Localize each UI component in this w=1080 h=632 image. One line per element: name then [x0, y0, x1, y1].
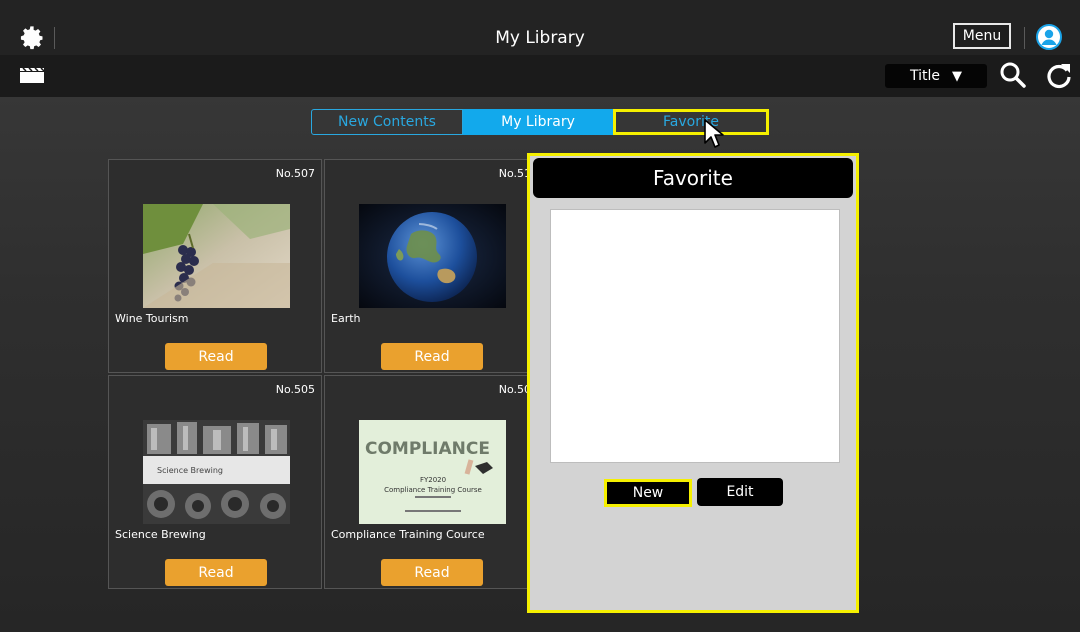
- page-title: My Library: [495, 28, 585, 48]
- tab-my-library[interactable]: My Library: [463, 109, 613, 135]
- card-number: No.505: [275, 383, 315, 396]
- menu-button[interactable]: Menu: [953, 23, 1011, 49]
- thumb-line1: FY2020: [420, 476, 446, 484]
- header-divider: [1024, 27, 1025, 49]
- refresh-icon[interactable]: [1045, 61, 1073, 89]
- edit-favorite-button[interactable]: Edit: [697, 478, 783, 506]
- card-thumbnail[interactable]: [143, 204, 290, 308]
- user-avatar-icon[interactable]: [1036, 24, 1062, 50]
- read-button[interactable]: Read: [381, 343, 483, 370]
- search-icon[interactable]: [999, 61, 1027, 89]
- sort-label: Title: [909, 68, 940, 84]
- card-thumbnail[interactable]: COMPLIANCE FY2020 Compliance Training Co…: [359, 420, 506, 524]
- read-button[interactable]: Read: [165, 559, 267, 586]
- card-thumbnail[interactable]: Science Brewing: [143, 420, 290, 524]
- triangle-down-icon: ▼: [952, 68, 962, 84]
- thumb-caption: Science Brewing: [157, 466, 223, 475]
- card-title: Wine Tourism: [115, 312, 189, 325]
- card-thumbnail[interactable]: [359, 204, 506, 308]
- favorite-list[interactable]: [550, 209, 840, 463]
- sort-dropdown[interactable]: Title ▼: [885, 64, 987, 88]
- library-card: No.50 COMPLIANCE FY2020 Compliance Train…: [324, 375, 538, 589]
- clapperboard-icon[interactable]: [20, 68, 44, 83]
- thumb-title: COMPLIANCE: [365, 439, 490, 459]
- card-title: Compliance Training Cource: [331, 528, 485, 541]
- favorite-panel: Favorite New Edit: [527, 153, 859, 613]
- content-tabs: New Contents My Library Favorite: [311, 109, 769, 135]
- thumb-line2: Compliance Training Course: [384, 486, 482, 494]
- tab-favorite[interactable]: Favorite: [613, 109, 769, 135]
- library-card: No.505 Science Brewing Science Brewing R…: [108, 375, 322, 589]
- tab-new-contents[interactable]: New Contents: [311, 109, 463, 135]
- read-button[interactable]: Read: [381, 559, 483, 586]
- card-title: Science Brewing: [115, 528, 206, 541]
- favorite-panel-title: Favorite: [533, 158, 853, 198]
- new-favorite-button[interactable]: New: [604, 479, 692, 507]
- read-button[interactable]: Read: [165, 343, 267, 370]
- card-title: Earth: [331, 312, 361, 325]
- library-card: No.507 Wine Tourism Read: [108, 159, 322, 373]
- card-number: No.507: [275, 167, 315, 180]
- mouse-cursor-icon: [704, 119, 724, 148]
- library-card: No.51 Earth Read: [324, 159, 538, 373]
